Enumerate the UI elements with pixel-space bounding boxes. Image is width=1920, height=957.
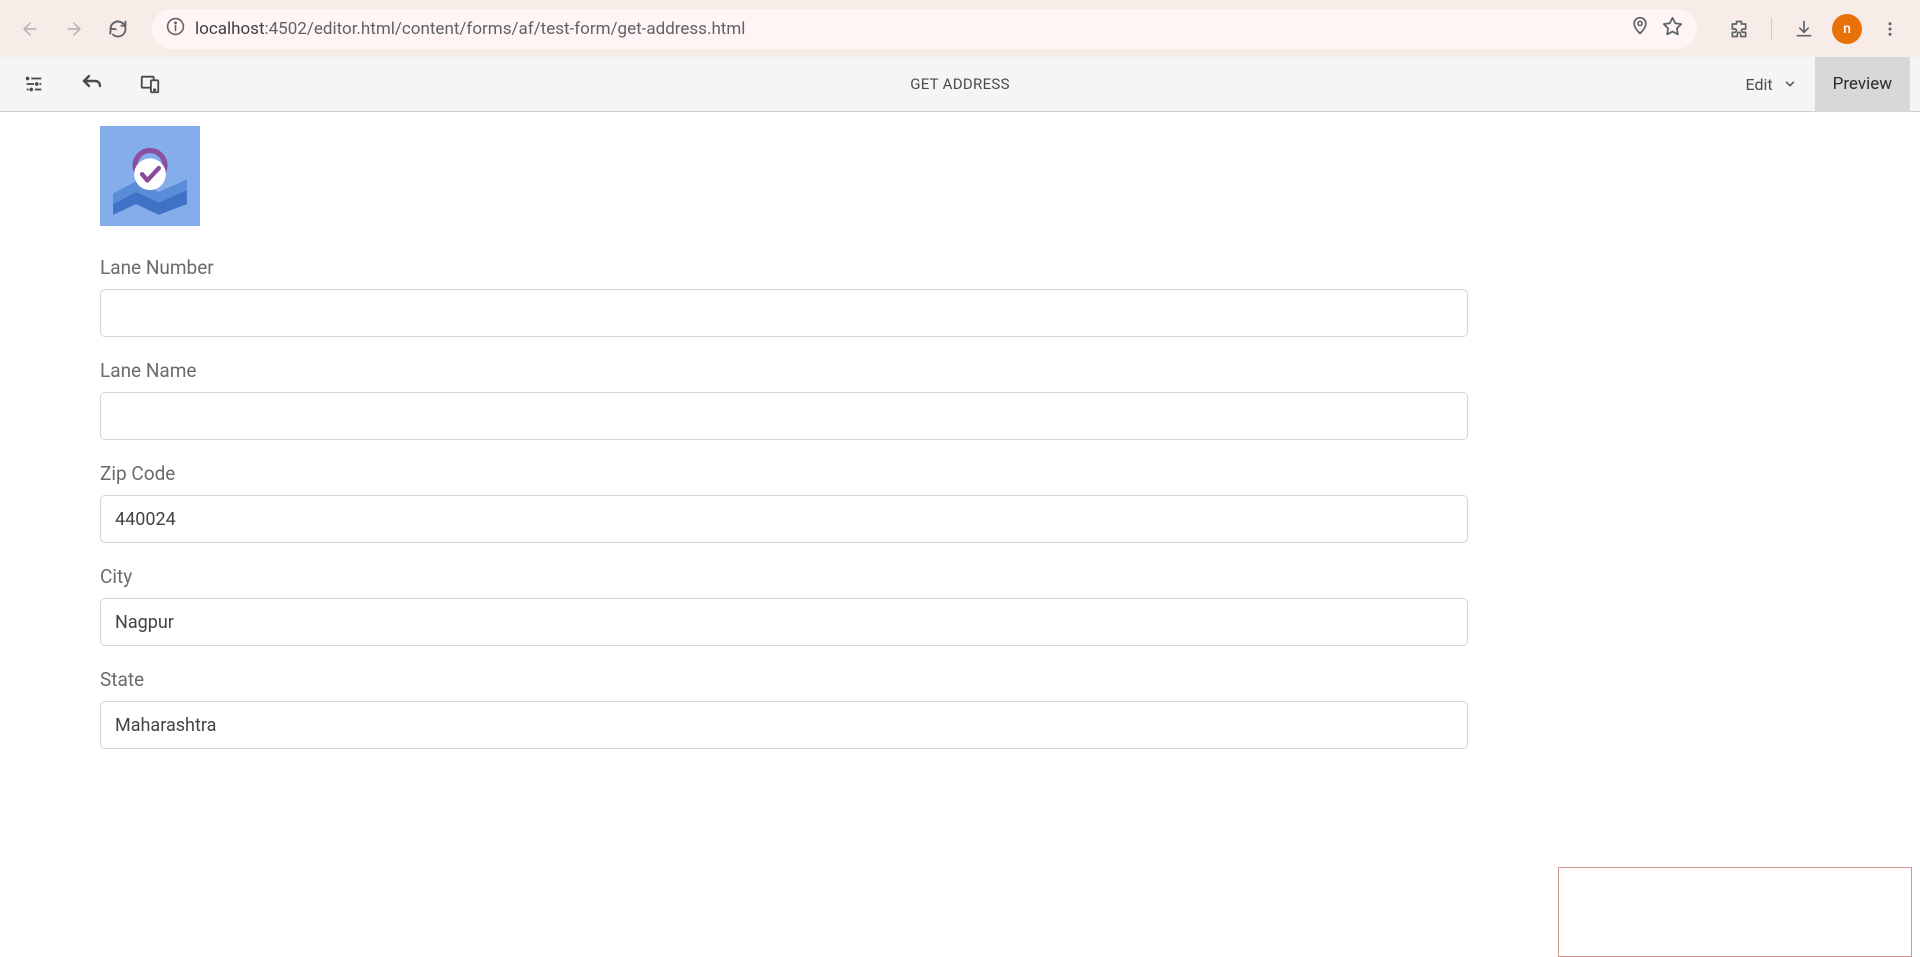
url-text: localhost:4502/editor.html/content/forms… xyxy=(195,19,745,39)
side-panel-icon xyxy=(23,73,45,95)
overlay-box xyxy=(1558,867,1912,957)
undo-icon xyxy=(80,72,104,96)
back-button[interactable] xyxy=(12,11,48,47)
site-info-icon[interactable] xyxy=(166,17,185,41)
input-zip-code[interactable] xyxy=(100,495,1468,543)
input-lane-number[interactable] xyxy=(100,289,1468,337)
input-lane-name[interactable] xyxy=(100,392,1468,440)
form-area: Lane Number Lane Name Zip Code City Stat… xyxy=(0,112,1920,749)
devices-icon xyxy=(139,73,161,95)
label-city: City xyxy=(100,565,1820,588)
label-lane-name: Lane Name xyxy=(100,359,1820,382)
browser-chrome: localhost:4502/editor.html/content/forms… xyxy=(0,0,1920,57)
undo-button[interactable] xyxy=(68,61,116,107)
location-icon[interactable] xyxy=(1630,16,1650,41)
field-city: City xyxy=(100,565,1820,646)
form-logo xyxy=(100,126,200,226)
bookmark-icon[interactable] xyxy=(1662,16,1683,42)
mode-select[interactable]: Edit xyxy=(1728,57,1815,112)
chrome-menu-button[interactable] xyxy=(1872,11,1908,47)
preview-button[interactable]: Preview xyxy=(1815,57,1910,112)
reload-icon xyxy=(108,19,128,39)
extensions-button[interactable] xyxy=(1721,11,1757,47)
arrow-right-icon xyxy=(64,19,84,39)
url-host: localhost xyxy=(195,19,265,39)
profile-avatar[interactable]: n xyxy=(1832,14,1862,44)
forward-button[interactable] xyxy=(56,11,92,47)
arrow-left-icon xyxy=(20,19,40,39)
emulator-button[interactable] xyxy=(126,61,174,107)
secure-map-icon xyxy=(106,132,194,220)
divider xyxy=(1771,18,1772,40)
download-icon xyxy=(1794,19,1814,39)
side-panel-toggle[interactable] xyxy=(10,61,58,107)
field-lane-name: Lane Name xyxy=(100,359,1820,440)
label-zip-code: Zip Code xyxy=(100,462,1820,485)
address-bar[interactable]: localhost:4502/editor.html/content/forms… xyxy=(152,9,1697,49)
preview-label: Preview xyxy=(1833,74,1892,94)
kebab-icon xyxy=(1881,20,1899,38)
downloads-button[interactable] xyxy=(1786,11,1822,47)
field-zip-code: Zip Code xyxy=(100,462,1820,543)
label-state: State xyxy=(100,668,1820,691)
page-title: GET ADDRESS xyxy=(910,75,1010,93)
editor-toolbar: GET ADDRESS Edit Preview xyxy=(0,57,1920,112)
input-state[interactable] xyxy=(100,701,1468,749)
input-city[interactable] xyxy=(100,598,1468,646)
extensions-icon xyxy=(1729,19,1749,39)
reload-button[interactable] xyxy=(100,11,136,47)
field-lane-number: Lane Number xyxy=(100,256,1820,337)
label-lane-number: Lane Number xyxy=(100,256,1820,279)
url-path: :4502/editor.html/content/forms/af/test-… xyxy=(265,19,746,39)
mode-select-label: Edit xyxy=(1746,75,1773,94)
field-state: State xyxy=(100,668,1820,749)
chevron-down-icon xyxy=(1783,77,1797,91)
avatar-letter: n xyxy=(1843,21,1851,37)
